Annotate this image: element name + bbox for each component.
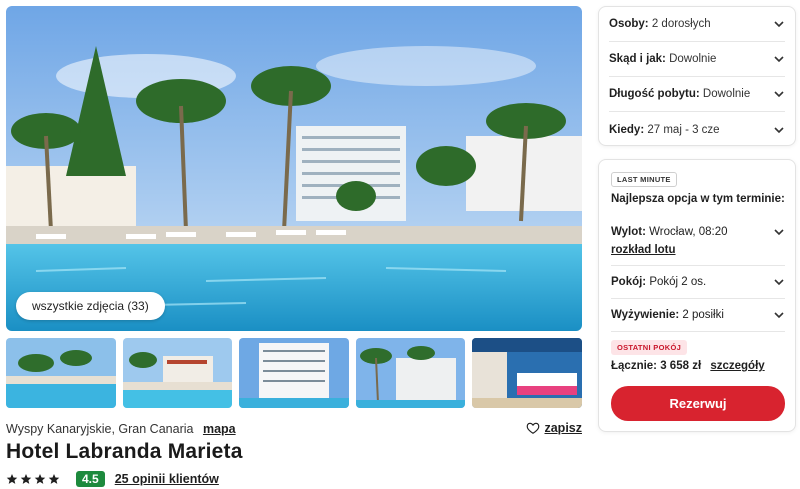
filter-label: Osoby: [609, 18, 649, 30]
room-option[interactable]: Pokój: Pokój 2 os. [611, 266, 785, 299]
flight-label: Wylot: [611, 226, 646, 238]
chevron-down-icon [774, 91, 784, 98]
meal-option[interactable]: Wyżywienie: 2 posiłki [611, 299, 785, 332]
chevron-down-icon [774, 229, 784, 236]
location-row: Wyspy Kanaryjskie, Gran Canaria mapa [6, 422, 236, 436]
all-photos-button[interactable]: wszystkie zdjęcia (33) [16, 292, 165, 320]
star-icon [48, 474, 60, 484]
last-minute-badge: LAST MINUTE [611, 172, 677, 187]
best-option-heading: Najlepsza opcja w tym terminie: [611, 193, 785, 205]
main-hotel-photo[interactable] [6, 6, 582, 331]
heart-icon [527, 422, 540, 434]
chevron-down-icon [774, 126, 784, 133]
star-icon [6, 474, 18, 484]
room-value: Pokój 2 os. [649, 276, 707, 288]
thumbnail-pool-view[interactable] [6, 338, 116, 408]
last-room-badge: OSTATNI POKÓJ [611, 340, 688, 355]
filter-label: Kiedy: [609, 123, 645, 136]
rating-row: 4.5 25 opinii klientów [6, 471, 219, 487]
filter-value: 27 maj - 3 cze [647, 123, 720, 136]
filter-dates[interactable]: Kiedy: 27 maj - 3 cze [609, 112, 785, 147]
hotel-pool-image [6, 6, 582, 331]
map-link[interactable]: mapa [203, 422, 236, 436]
star-icon [20, 474, 32, 484]
room-label: Pokój: [611, 276, 647, 288]
search-filters-panel: Osoby: 2 dorosłych Skąd i jak: Dowolnie … [598, 6, 796, 146]
thumbnail-pool-lounge[interactable] [122, 338, 233, 408]
filter-value: 2 dorosłych [651, 18, 711, 30]
chevron-down-icon [774, 56, 784, 63]
flight-schedule-link[interactable]: rozkład lotu [611, 244, 728, 256]
flight-option[interactable]: Wylot: Wrocław, 08:20 rozkład lotu [611, 220, 785, 266]
score-badge: 4.5 [76, 471, 105, 487]
offer-panel: LAST MINUTE Najlepsza opcja w tym termin… [598, 159, 796, 432]
chevron-down-icon [774, 21, 784, 28]
hotel-name: Hotel Labranda Marieta [6, 440, 243, 463]
thumbnail-hotel-room[interactable] [472, 338, 582, 408]
total-price: 3 658 zł [660, 360, 702, 372]
chevron-down-icon [774, 312, 784, 319]
filter-departure[interactable]: Skąd i jak: Dowolnie [609, 42, 785, 77]
thumbnail-hotel-facade[interactable] [239, 338, 349, 408]
chevron-down-icon [774, 279, 784, 286]
star-icon [34, 474, 46, 484]
thumbnail-strip [6, 338, 582, 408]
meal-value: 2 posiłki [682, 309, 724, 321]
total-price-row: Łącznie: 3 658 zł szczegóły [611, 360, 765, 372]
location-text: Wyspy Kanaryjskie, Gran Canaria [6, 422, 194, 436]
save-label: zapisz [544, 421, 582, 435]
meal-label: Wyżywienie: [611, 309, 680, 321]
book-button[interactable]: Rezerwuj [611, 386, 785, 421]
filter-value: Dowolnie [669, 53, 717, 65]
filter-persons[interactable]: Osoby: 2 dorosłych [609, 7, 785, 42]
filter-stay-length[interactable]: Długość pobytu: Dowolnie [609, 77, 785, 112]
reviews-link[interactable]: 25 opinii klientów [115, 472, 219, 486]
thumbnail-palms-building[interactable] [355, 338, 466, 408]
filter-label: Długość pobytu: [609, 88, 700, 100]
star-rating [6, 473, 60, 485]
details-link[interactable]: szczegóły [710, 360, 764, 372]
save-button[interactable]: zapisz [526, 421, 582, 435]
filter-value: Dowolnie [702, 88, 751, 100]
total-label: Łącznie: [611, 360, 658, 372]
flight-value: Wrocław, 08:20 [649, 226, 728, 238]
filter-label: Skąd i jak: [609, 53, 666, 65]
